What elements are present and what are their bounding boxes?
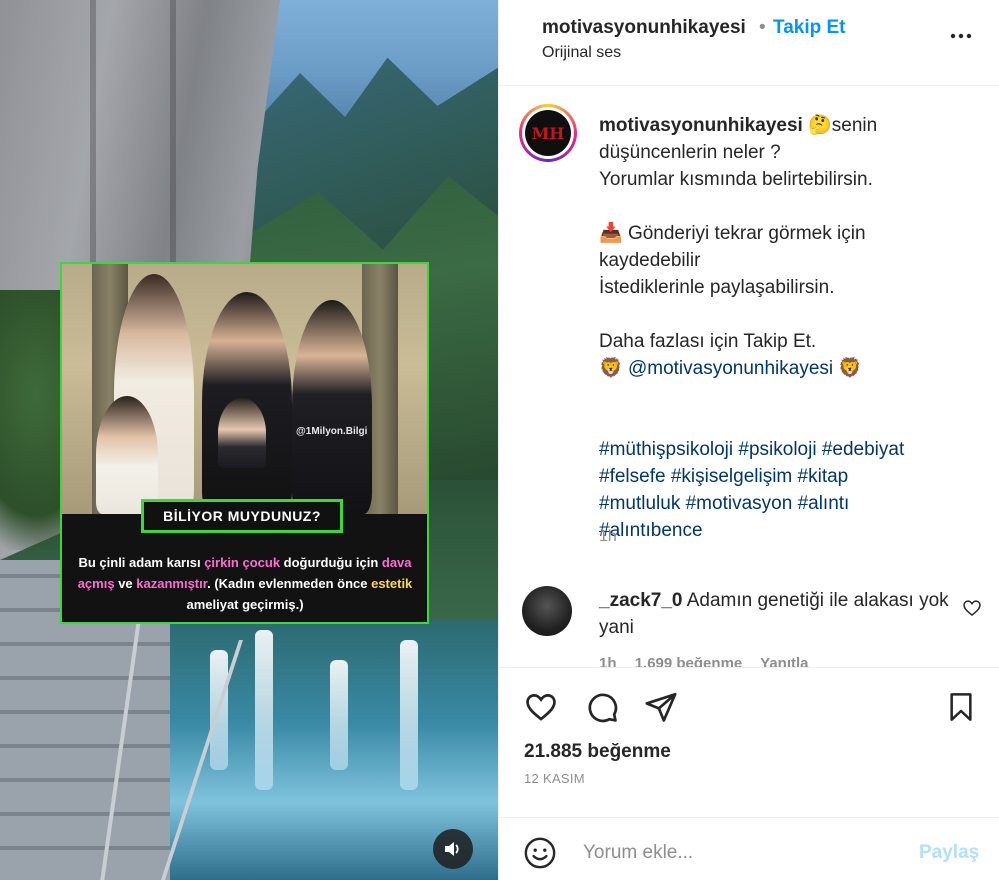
hashtag-link[interactable]: #kişiselgelişim <box>671 466 792 487</box>
thinking-emoji-icon: 🤔 <box>808 115 832 136</box>
hashtag-link[interactable]: #edebiyat <box>822 439 904 460</box>
mention-link[interactable]: @motivasyonunhikayesi <box>628 358 833 379</box>
avatar-logo: MH <box>525 110 571 156</box>
info-card: @1Milyon.Bilgi BİLİYOR MUYDUNUZ? Bu çinl… <box>60 262 429 624</box>
speaker-icon <box>445 842 459 856</box>
like-count[interactable]: 21.885 beğenme <box>524 741 671 763</box>
like-button[interactable] <box>521 687 561 727</box>
card-badge: BİLİYOR MUYDUNUZ? <box>141 499 343 533</box>
hashtag-link[interactable]: #psikoloji <box>738 439 816 460</box>
watermark-text: @1Milyon.Bilgi <box>296 426 368 437</box>
hashtag-list: #müthişpsikoloji #psikoloji #edebiyat #f… <box>599 409 969 544</box>
comment-icon <box>588 693 618 723</box>
follow-button[interactable]: Takip Et <box>773 17 846 39</box>
author-avatar[interactable]: MH <box>519 104 577 162</box>
figure-son <box>292 300 372 514</box>
hashtag-link[interactable]: #müthişpsikoloji <box>599 439 733 460</box>
smiley-icon <box>524 837 556 869</box>
heart-icon <box>526 694 556 721</box>
send-icon <box>645 692 677 722</box>
post-header: motivasyonunhikayesi • Takip Et Orijinal… <box>499 0 999 86</box>
heart-icon <box>963 600 981 617</box>
hashtag-link[interactable]: #alıntı <box>798 493 850 514</box>
header-username[interactable]: motivasyonunhikayesi <box>542 17 746 39</box>
commenter-avatar[interactable] <box>522 586 572 636</box>
comment-composer: Paylaş <box>499 817 999 880</box>
sound-toggle-button[interactable] <box>433 829 473 869</box>
bookmark-icon <box>950 693 972 721</box>
caption-line-3: Daha fazlası için Takip Et. <box>599 331 817 352</box>
post-sidebar: motivasyonunhikayesi • Takip Et Orijinal… <box>498 0 999 880</box>
separator-dot: • <box>759 17 766 38</box>
comment-like-button[interactable] <box>962 598 984 620</box>
comment-meta: 1h 1.699 beğenme Yanıtla <box>599 654 823 668</box>
hashtag-link[interactable]: #felsefe <box>599 466 666 487</box>
save-button[interactable] <box>941 687 981 727</box>
comment-text: _zack7_0 Adamın genetiği ile alakası yok… <box>599 587 949 641</box>
figure-baby <box>218 398 266 468</box>
action-bar: 21.885 beğenme 12 KASIM <box>499 667 999 817</box>
post-timestamp[interactable]: 1h <box>599 528 617 546</box>
caption-line-2: Gönderiyi tekrar görmek için kaydedebili… <box>599 223 866 298</box>
post-date: 12 KASIM <box>524 771 585 786</box>
share-button[interactable] <box>641 687 681 727</box>
post-caption: motivasyonunhikayesi 🤔senin düşüncenleri… <box>599 112 969 544</box>
post-comment-button[interactable]: Paylaş <box>919 842 979 864</box>
audio-label[interactable]: Orijinal ses <box>542 44 621 62</box>
caption-username[interactable]: motivasyonunhikayesi <box>599 115 803 136</box>
figure-daughter <box>96 396 158 514</box>
card-fact-text: Bu çinli adam karısı çirkin çocuk doğurd… <box>77 555 413 612</box>
post-media[interactable]: @1Milyon.Bilgi BİLİYOR MUYDUNUZ? Bu çinl… <box>0 0 498 880</box>
inbox-emoji-icon: 📥 <box>599 223 623 244</box>
family-photo: @1Milyon.Bilgi <box>62 264 427 514</box>
more-options-button[interactable] <box>947 24 975 52</box>
comment-button[interactable] <box>582 687 622 727</box>
hashtag-link[interactable]: #mutluluk <box>599 493 680 514</box>
comment-username[interactable]: _zack7_0 <box>599 590 682 611</box>
emoji-button[interactable] <box>523 836 557 870</box>
more-icon <box>950 33 972 39</box>
comment-input[interactable] <box>583 838 883 868</box>
lion-emoji-icon: 🦁 <box>599 358 623 379</box>
hashtag-link[interactable]: #motivasyon <box>686 493 793 514</box>
hashtag-link[interactable]: #kitap <box>798 466 849 487</box>
lion-emoji-icon: 🦁 <box>838 358 863 379</box>
